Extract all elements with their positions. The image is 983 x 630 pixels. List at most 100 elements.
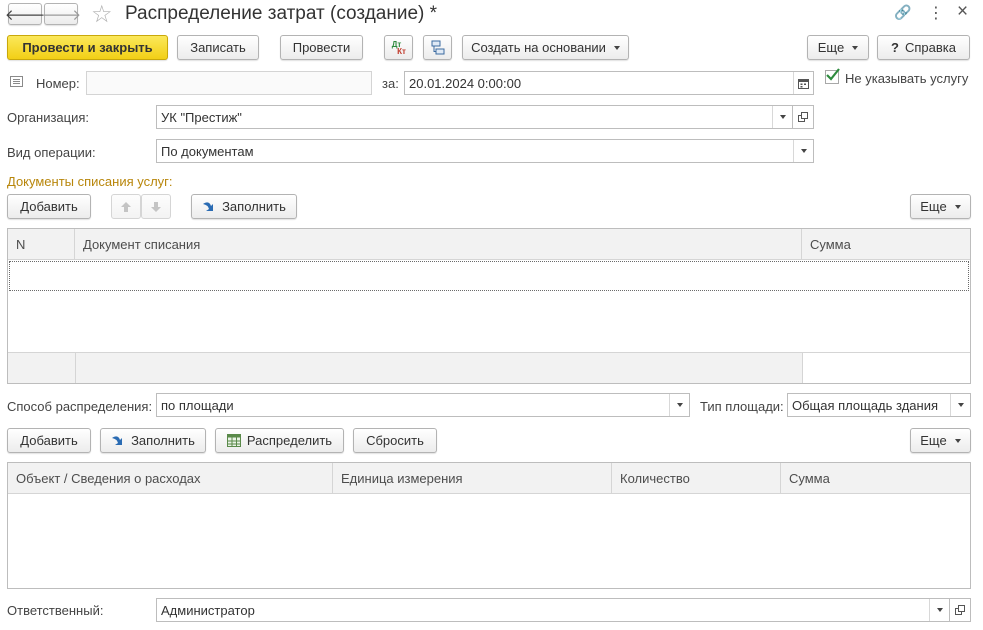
arrow-left-icon: 🡐 [4,6,46,24]
docs-add-button[interactable]: Добавить [7,194,91,219]
create-based-on-button[interactable]: Создать на основании [462,35,629,60]
organization-value: УК "Престиж" [161,109,242,125]
column-header-unit[interactable]: Единица измерения [333,463,612,493]
dt-kt-icon: Дт Кт [391,40,406,56]
distribution-method-field[interactable]: по площади [156,393,690,417]
docs-more-label: Еще [920,199,947,214]
documents-table-header: N Документ списания Сумма [8,229,970,260]
docs-add-label: Добавить [20,199,78,214]
create-based-on-label: Создать на основании [471,40,606,55]
costs-add-label: Добавить [20,433,78,448]
responsible-value: Администратор [161,602,255,618]
costs-fill-button[interactable]: Заполнить [100,428,206,453]
operation-type-value: По документам [161,143,254,159]
documents-table[interactable]: N Документ списания Сумма [7,228,971,384]
fill-arrow-icon [203,202,214,211]
area-type-value: Общая площадь здания [792,397,939,413]
organization-label: Организация: [7,110,90,125]
more-button[interactable]: Еще [807,35,869,60]
back-button[interactable]: 🡐 [4,3,46,25]
chevron-down-icon [676,403,683,407]
help-icon: ? [891,40,899,55]
area-type-field[interactable]: Общая площадь здания [787,393,971,417]
dt-kt-button[interactable]: Дт Кт [384,35,413,60]
chevron-down-icon [954,438,961,443]
column-header-quantity[interactable]: Количество [612,463,781,493]
organization-field[interactable]: УК "Престиж" [156,105,793,129]
distribute-button[interactable]: Распределить [215,428,344,453]
date-value: 20.01.2024 0:00:00 [409,75,522,91]
document-icon [10,76,23,87]
column-header-document[interactable]: Документ списания [75,229,802,259]
fill-arrow-icon [112,436,123,445]
no-service-label: Не указывать услугу [845,71,969,86]
close-icon[interactable]: × [957,1,968,23]
chevron-down-icon [957,403,964,407]
footer-sum-cell [802,353,970,383]
save-label: Записать [190,40,246,55]
chevron-down-icon [800,149,807,153]
organization-open-button[interactable] [793,105,814,129]
distribution-method-value: по площади [161,397,234,413]
move-down-button[interactable] [141,194,171,219]
post-and-close-button[interactable]: Провести и закрыть [7,35,168,60]
calendar-button[interactable] [793,72,813,94]
chevron-down-icon [852,45,859,50]
costs-more-button[interactable]: Еще [910,428,971,453]
docs-fill-button[interactable]: Заполнить [191,194,297,219]
calendar-icon [798,78,809,89]
responsible-field[interactable]: Администратор [156,598,950,622]
distribution-method-dropdown-button[interactable] [669,394,689,416]
costs-fill-label: Заполнить [131,433,195,448]
favorite-star-icon[interactable]: ☆ [91,0,113,29]
arrow-down-icon [151,201,161,212]
open-window-icon [955,605,965,615]
link-icon[interactable]: 🔗 [894,4,911,21]
area-type-label: Тип площади: [700,399,784,414]
chevron-down-icon [779,115,786,119]
responsible-open-button[interactable] [950,598,971,622]
no-service-checkbox[interactable] [825,68,840,84]
column-header-sum[interactable]: Сумма [781,463,970,493]
docs-more-button[interactable]: Еще [910,194,971,219]
checkmark-icon [826,68,840,81]
save-button[interactable]: Записать [177,35,259,60]
reset-button[interactable]: Сбросить [353,428,437,453]
chevron-down-icon [613,45,620,50]
table-row[interactable] [9,261,969,291]
responsible-dropdown-button[interactable] [929,599,949,621]
number-label: Номер: [36,76,80,91]
more-label: Еще [817,40,845,55]
date-field[interactable]: 20.01.2024 0:00:00 [404,71,814,95]
post-button[interactable]: Провести [280,35,363,60]
area-type-dropdown-button[interactable] [950,394,970,416]
open-window-icon [798,112,808,122]
post-and-close-label: Провести и закрыть [22,40,153,55]
chevron-down-icon [936,608,943,612]
number-field[interactable] [86,71,372,95]
help-button[interactable]: ? Справка [877,35,970,60]
column-header-object[interactable]: Объект / Сведения о расходах [8,463,333,493]
kt-label: Кт [397,46,406,56]
organization-dropdown-button[interactable] [772,106,792,128]
move-up-button[interactable] [111,194,141,219]
costs-table-header: Объект / Сведения о расходах Единица изм… [8,463,970,494]
date-label: за: [382,76,399,91]
costs-add-button[interactable]: Добавить [7,428,91,453]
distribute-label: Распределить [246,433,333,448]
more-actions-icon[interactable]: ⋮ [928,3,944,23]
column-header-sum[interactable]: Сумма [802,229,970,259]
docs-fill-label: Заполнить [222,199,286,214]
spreadsheet-icon [226,434,241,447]
chevron-down-icon [954,204,961,209]
column-header-n[interactable]: N [8,229,75,259]
structure-button[interactable] [423,35,452,60]
operation-type-field[interactable]: По документам [156,139,814,163]
operation-type-dropdown-button[interactable] [793,140,813,162]
forward-button[interactable]: 🡒 [41,3,81,25]
operation-type-label: Вид операции: [7,145,96,160]
footer-divider [75,353,76,383]
help-label: Справка [904,40,956,55]
costs-table[interactable]: Объект / Сведения о расходах Единица изм… [7,462,971,589]
post-label: Провести [292,40,351,55]
